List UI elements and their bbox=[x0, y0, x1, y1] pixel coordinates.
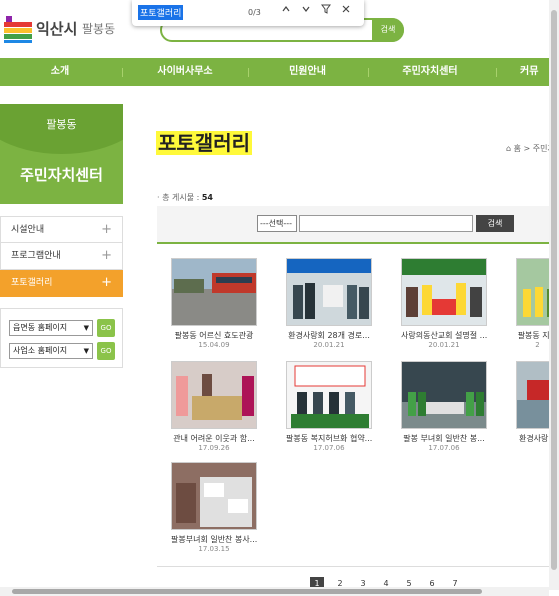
gallery-caption[interactable]: 환경사랑회 28개 경로... bbox=[286, 330, 372, 341]
sidebar-item-photo-gallery[interactable]: 포토갤러리 + bbox=[0, 270, 123, 297]
gallery-date: 15.04.09 bbox=[198, 341, 230, 349]
gallery-date: 20.01.21 bbox=[428, 341, 460, 349]
board-search: ---선택--- 검색 bbox=[157, 206, 559, 244]
find-close-icon[interactable] bbox=[338, 4, 354, 20]
select-row: 사업소 홈페이지 ▼ GO bbox=[9, 342, 119, 361]
nav-item-intro[interactable]: 소개 bbox=[20, 58, 100, 86]
gallery-thumbnail[interactable] bbox=[171, 258, 257, 326]
sidebar-item-label: 포토갤러리 bbox=[11, 278, 53, 288]
nav-divider bbox=[496, 68, 497, 77]
find-next-icon[interactable] bbox=[298, 4, 314, 20]
horizontal-scroll-thumb[interactable] bbox=[12, 589, 482, 594]
gallery-caption[interactable]: 사랑의동산교회 설명절 ... bbox=[401, 330, 487, 341]
sidebar-item-facilities[interactable]: 시설안내 + bbox=[0, 216, 123, 243]
horizontal-scrollbar[interactable] bbox=[0, 587, 549, 596]
logo-subtitle[interactable]: 팔봉동 bbox=[82, 20, 115, 37]
gallery-item[interactable]: 관내 어려운 이웃과 함... 17.09.26 bbox=[171, 361, 261, 452]
sidebar-site-selects: 읍면동 홈페이지 ▼ GO 사업소 홈페이지 ▼ GO bbox=[0, 308, 123, 368]
page: 익산시 팔봉동 검색 포토갤러리 0/3 소개 사이버사무소 민원안내 주민자치… bbox=[0, 0, 559, 596]
sidebar-item-label: 시설안내 bbox=[11, 225, 45, 235]
gallery-item[interactable]: 사랑의동산교회 설명절 ... 20.01.21 bbox=[401, 258, 491, 349]
gallery-item[interactable]: 환경사랑회 28개 경로... 20.01.21 bbox=[286, 258, 376, 349]
office-site-select[interactable]: 사업소 홈페이지 ▼ bbox=[9, 343, 93, 359]
page-title: 포토갤러리 bbox=[156, 131, 252, 155]
gallery-caption[interactable]: 팔봉동 복지허브화 협약... bbox=[286, 433, 372, 444]
sidebar-title: 주민자치센터 bbox=[20, 166, 103, 184]
breadcrumb: ⌂ 홈 > 주민자 bbox=[506, 143, 555, 154]
post-count: · 총 게시물 : 54 bbox=[157, 192, 213, 203]
gallery-thumbnail[interactable] bbox=[286, 258, 372, 326]
top-search-button[interactable]: 검색 bbox=[372, 18, 404, 42]
find-match-count: 0/3 bbox=[248, 8, 261, 17]
plus-icon: + bbox=[101, 222, 112, 237]
gallery-caption[interactable]: 팔봉동 어르신 효도관광 bbox=[171, 330, 257, 341]
find-previous-icon[interactable] bbox=[278, 4, 294, 20]
nav-divider bbox=[368, 68, 369, 77]
plus-icon: + bbox=[101, 275, 112, 290]
sidebar-item-label: 프로그램안내 bbox=[11, 251, 61, 261]
sidebar-menu: 시설안내 + 프로그램안내 + 포토갤러리 + bbox=[0, 216, 123, 297]
nav-divider bbox=[248, 68, 249, 77]
town-site-go-button[interactable]: GO bbox=[97, 319, 115, 337]
gallery-item[interactable]: 팔봉부녀회 일반찬 봉사... 17.03.15 bbox=[171, 462, 261, 553]
gallery-date: 17.07.06 bbox=[313, 444, 345, 452]
post-count-value: 54 bbox=[201, 193, 213, 202]
gallery-item[interactable]: 팔봉동 어르신 효도관광 15.04.09 bbox=[171, 258, 261, 349]
board-search-input[interactable] bbox=[299, 215, 473, 232]
gallery-date: 17.09.26 bbox=[198, 444, 230, 452]
gallery-caption[interactable]: 관내 어려운 이웃과 함... bbox=[171, 433, 257, 444]
nav-item-community-center[interactable]: 주민자치센터 bbox=[380, 58, 480, 86]
gallery-date: 17.03.15 bbox=[198, 545, 230, 553]
main-nav: 소개 사이버사무소 민원안내 주민자치센터 커뮤 bbox=[0, 58, 559, 86]
logo-text[interactable]: 익산시 bbox=[36, 18, 77, 39]
city-logo-icon[interactable] bbox=[2, 14, 34, 44]
gallery-item[interactable]: 팔봉동 복지허브화 협약... 17.07.06 bbox=[286, 361, 376, 452]
gallery-thumbnail[interactable] bbox=[286, 361, 372, 429]
select-row: 읍면동 홈페이지 ▼ GO bbox=[9, 319, 119, 338]
vertical-scrollbar[interactable] bbox=[549, 0, 559, 590]
town-site-select[interactable]: 읍면동 홈페이지 ▼ bbox=[9, 320, 93, 336]
find-query-input[interactable]: 포토갤러리 bbox=[138, 5, 184, 20]
office-site-go-button[interactable]: GO bbox=[97, 342, 115, 360]
plus-icon: + bbox=[101, 248, 112, 263]
select-value: 사업소 홈페이지 bbox=[13, 346, 68, 355]
gallery-caption[interactable]: 팔봉 부녀회 일반찬 봉... bbox=[401, 433, 487, 444]
find-bar: 포토갤러리 0/3 bbox=[132, 0, 364, 26]
gallery-thumbnail[interactable] bbox=[401, 258, 487, 326]
board-search-button[interactable]: 검색 bbox=[476, 215, 514, 232]
sidebar-item-programs[interactable]: 프로그램안내 + bbox=[0, 243, 123, 270]
home-icon[interactable]: ⌂ bbox=[506, 144, 511, 153]
post-count-label: · 총 게시물 : bbox=[157, 193, 202, 202]
find-filter-icon[interactable] bbox=[318, 4, 334, 20]
vertical-scroll-thumb[interactable] bbox=[551, 10, 557, 570]
gallery-date: 20.01.21 bbox=[313, 341, 345, 349]
gallery-item[interactable]: 팔봉 부녀회 일반찬 봉... 17.07.06 bbox=[401, 361, 491, 452]
nav-item-cyber-office[interactable]: 사이버사무소 bbox=[135, 58, 235, 86]
search-field-select[interactable]: ---선택--- bbox=[257, 215, 297, 232]
gallery-divider bbox=[157, 566, 559, 567]
gallery-thumbnail[interactable] bbox=[171, 462, 257, 530]
sidebar-town: 팔봉동 bbox=[46, 118, 77, 131]
gallery-thumbnail[interactable] bbox=[171, 361, 257, 429]
gallery-caption[interactable]: 팔봉부녀회 일반찬 봉사... bbox=[171, 534, 257, 545]
nav-divider bbox=[122, 68, 123, 77]
sidebar-header: 팔봉동 주민자치센터 bbox=[0, 104, 123, 204]
nav-item-civil-service[interactable]: 민원안내 bbox=[265, 58, 350, 86]
chevron-down-icon: ▼ bbox=[83, 347, 89, 355]
photo-gallery: 팔봉동 어르신 효도관광 15.04.09 환경사랑회 28개 경로... 20… bbox=[157, 255, 559, 565]
gallery-date: 17.07.06 bbox=[428, 444, 460, 452]
select-value: 읍면동 홈페이지 bbox=[13, 323, 68, 332]
gallery-thumbnail[interactable] bbox=[401, 361, 487, 429]
chevron-down-icon: ▼ bbox=[83, 324, 89, 332]
